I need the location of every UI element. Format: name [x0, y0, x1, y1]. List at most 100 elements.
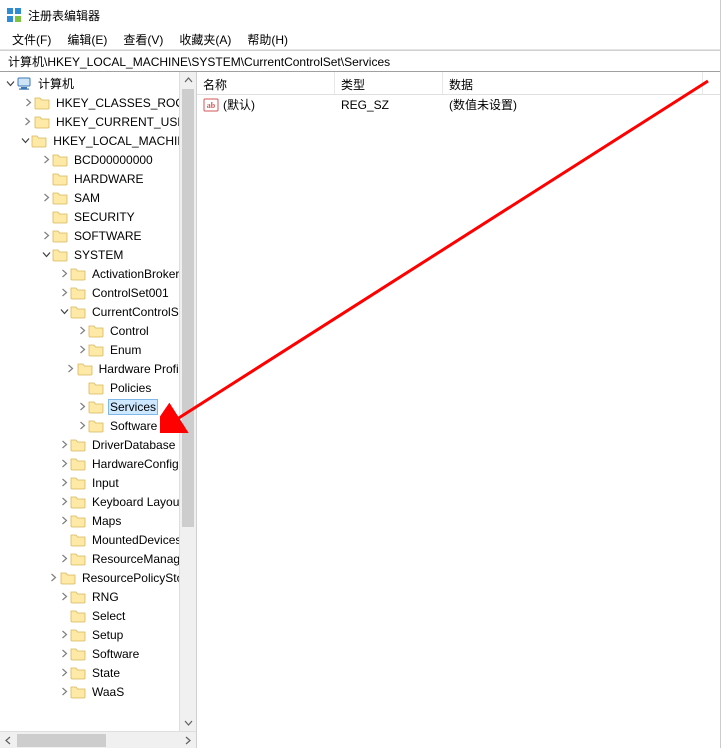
tree-node-label[interactable]: HKEY_CLASSES_ROOT: [54, 95, 194, 111]
scroll-track[interactable]: [180, 89, 196, 714]
tree-node[interactable]: RNG: [0, 587, 196, 606]
tree-node[interactable]: MountedDevices: [0, 530, 196, 549]
scroll-track[interactable]: [17, 732, 179, 748]
expand-closed-icon[interactable]: [58, 478, 70, 487]
tree-node-label[interactable]: Select: [90, 608, 127, 624]
expand-closed-icon[interactable]: [48, 573, 60, 582]
tree-node[interactable]: Keyboard Layout: [0, 492, 196, 511]
tree-node[interactable]: HKEY_CLASSES_ROOT: [0, 93, 196, 112]
tree-node[interactable]: SYSTEM: [0, 245, 196, 264]
tree-node-label[interactable]: Input: [90, 475, 121, 491]
tree-node-label[interactable]: Software: [90, 646, 141, 662]
tree-node[interactable]: HardwareConfig: [0, 454, 196, 473]
menu-edit[interactable]: 编辑(E): [59, 29, 115, 50]
scroll-left-icon[interactable]: [0, 732, 17, 748]
tree-node-label[interactable]: ResourceManager: [90, 551, 193, 567]
tree-node[interactable]: 计算机: [0, 74, 196, 93]
expand-open-icon[interactable]: [40, 250, 52, 259]
tree-node-label[interactable]: SECURITY: [72, 209, 137, 225]
tree-node[interactable]: HKEY_CURRENT_USER: [0, 112, 196, 131]
tree-node[interactable]: SAM: [0, 188, 196, 207]
tree-node-label[interactable]: Software: [108, 418, 159, 434]
tree-node-label[interactable]: HKEY_CURRENT_USER: [54, 114, 196, 130]
expand-open-icon[interactable]: [19, 136, 31, 145]
tree-node-label[interactable]: Setup: [90, 627, 125, 643]
tree-node-label[interactable]: RNG: [90, 589, 121, 605]
tree-node[interactable]: ActivationBroker: [0, 264, 196, 283]
tree-node[interactable]: ResourceManager: [0, 549, 196, 568]
tree-node-label[interactable]: State: [90, 665, 122, 681]
tree-node[interactable]: ResourcePolicyStore: [0, 568, 196, 587]
tree-node[interactable]: State: [0, 663, 196, 682]
expand-closed-icon[interactable]: [22, 117, 34, 126]
tree-node-label[interactable]: Enum: [108, 342, 143, 358]
tree-node[interactable]: HKEY_LOCAL_MACHINE: [0, 131, 196, 150]
tree-node-label[interactable]: Policies: [108, 380, 153, 396]
scroll-thumb[interactable]: [17, 734, 106, 747]
expand-closed-icon[interactable]: [58, 440, 70, 449]
scroll-up-icon[interactable]: [180, 72, 197, 89]
expand-closed-icon[interactable]: [76, 421, 88, 430]
address-input[interactable]: [6, 53, 714, 69]
tree-node[interactable]: CurrentControlSet: [0, 302, 196, 321]
tree-node[interactable]: Control: [0, 321, 196, 340]
scroll-down-icon[interactable]: [180, 714, 197, 731]
menu-file[interactable]: 文件(F): [4, 29, 59, 50]
expand-closed-icon[interactable]: [58, 592, 70, 601]
tree-node-label[interactable]: DriverDatabase: [90, 437, 177, 453]
tree-node[interactable]: Input: [0, 473, 196, 492]
tree-node-label[interactable]: SAM: [72, 190, 102, 206]
tree-vertical-scrollbar[interactable]: [179, 72, 196, 731]
tree-node[interactable]: Maps: [0, 511, 196, 530]
tree-node-label[interactable]: Maps: [90, 513, 123, 529]
expand-closed-icon[interactable]: [40, 155, 52, 164]
expand-closed-icon[interactable]: [58, 649, 70, 658]
tree-node-label[interactable]: Keyboard Layout: [90, 494, 185, 510]
expand-open-icon[interactable]: [4, 79, 16, 88]
tree-horizontal-scrollbar[interactable]: [0, 731, 196, 748]
tree-node-label[interactable]: ActivationBroker: [90, 266, 181, 282]
expand-closed-icon[interactable]: [58, 269, 70, 278]
expand-closed-icon[interactable]: [22, 98, 34, 107]
tree-node[interactable]: BCD00000000: [0, 150, 196, 169]
scroll-thumb[interactable]: [182, 89, 194, 527]
expand-closed-icon[interactable]: [40, 231, 52, 240]
expand-closed-icon[interactable]: [58, 554, 70, 563]
expand-closed-icon[interactable]: [58, 459, 70, 468]
tree-node-label[interactable]: ControlSet001: [90, 285, 171, 301]
expand-closed-icon[interactable]: [65, 364, 77, 373]
expand-closed-icon[interactable]: [58, 630, 70, 639]
tree-node[interactable]: SOFTWARE: [0, 226, 196, 245]
tree-node-label[interactable]: Services: [108, 399, 158, 415]
tree-node-label[interactable]: SYSTEM: [72, 247, 125, 263]
tree-node-label[interactable]: BCD00000000: [72, 152, 155, 168]
tree-node-label[interactable]: SOFTWARE: [72, 228, 144, 244]
tree-node[interactable]: Software: [0, 644, 196, 663]
tree-node[interactable]: Policies: [0, 378, 196, 397]
tree-node-label[interactable]: HARDWARE: [72, 171, 146, 187]
expand-open-icon[interactable]: [58, 307, 70, 316]
tree-node-label[interactable]: WaaS: [90, 684, 126, 700]
tree-node[interactable]: Services: [0, 397, 196, 416]
menu-help[interactable]: 帮助(H): [239, 29, 296, 50]
tree-node[interactable]: Setup: [0, 625, 196, 644]
expand-closed-icon[interactable]: [76, 345, 88, 354]
tree-node[interactable]: Select: [0, 606, 196, 625]
expand-closed-icon[interactable]: [76, 402, 88, 411]
tree-node-label[interactable]: HardwareConfig: [90, 456, 181, 472]
tree-node-label[interactable]: HKEY_LOCAL_MACHINE: [51, 133, 196, 149]
expand-closed-icon[interactable]: [58, 288, 70, 297]
value-row[interactable]: ab(默认)REG_SZ(数值未设置): [197, 95, 720, 114]
tree-node[interactable]: ControlSet001: [0, 283, 196, 302]
values-list[interactable]: ab(默认)REG_SZ(数值未设置): [197, 95, 720, 114]
menu-view[interactable]: 查看(V): [115, 29, 171, 50]
tree-node[interactable]: DriverDatabase: [0, 435, 196, 454]
menu-favorites[interactable]: 收藏夹(A): [171, 29, 239, 50]
tree-node[interactable]: Software: [0, 416, 196, 435]
expand-closed-icon[interactable]: [58, 668, 70, 677]
tree-node-label[interactable]: CurrentControlSet: [90, 304, 191, 320]
tree-node[interactable]: Hardware Profiles: [0, 359, 196, 378]
registry-tree[interactable]: 计算机 HKEY_CLASSES_ROOT HKEY_CURRENT_USER HKE…: [0, 72, 196, 703]
tree-node-label[interactable]: MountedDevices: [90, 532, 183, 548]
expand-closed-icon[interactable]: [58, 516, 70, 525]
